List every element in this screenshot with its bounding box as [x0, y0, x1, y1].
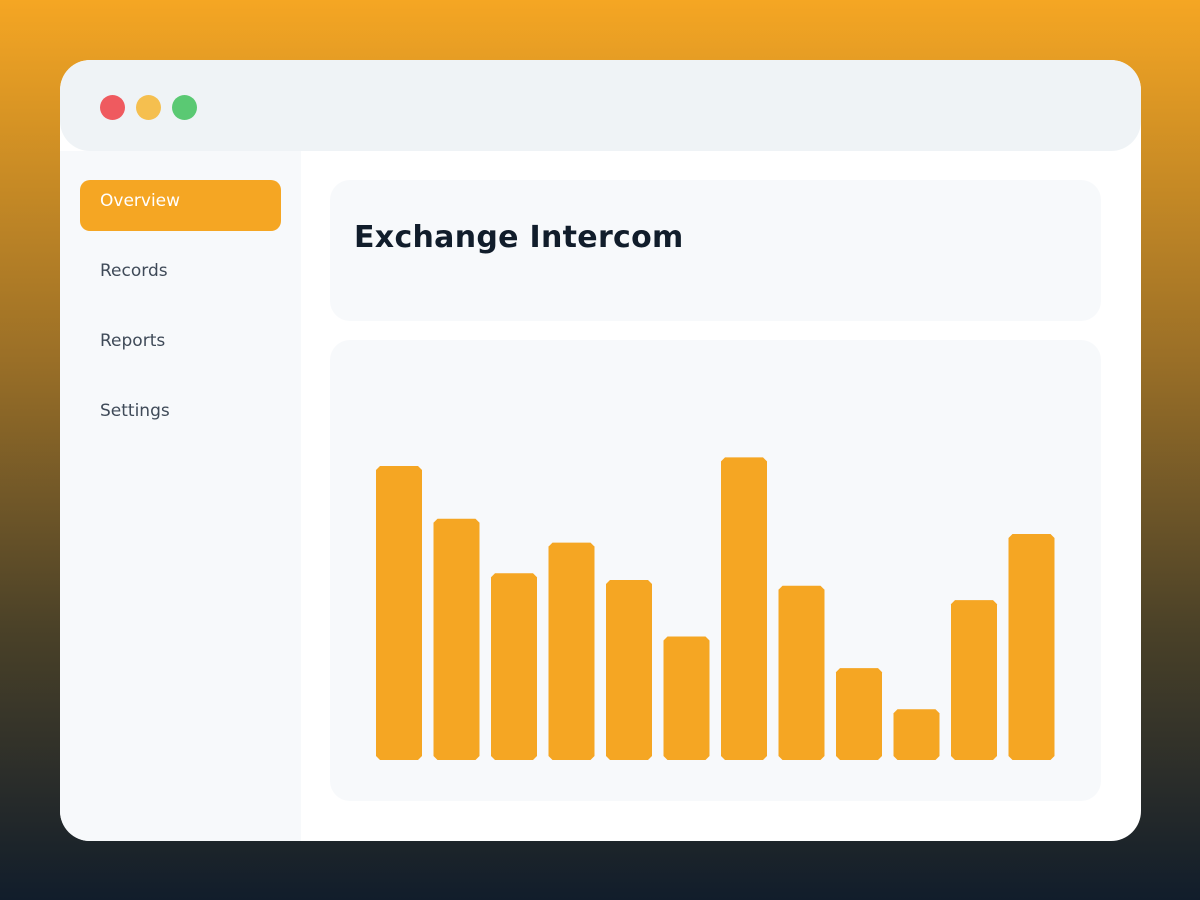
maximize-button[interactable]: [172, 95, 197, 120]
sidebar-item-reports[interactable]: Reports: [80, 320, 281, 371]
chart-bar-9: [836, 668, 882, 760]
sidebar-item-label: Overview: [100, 191, 181, 211]
sidebar-item-label: Records: [100, 261, 168, 281]
sidebar-item-label: Settings: [100, 401, 170, 421]
chart-bar-12: [1008, 534, 1055, 760]
app-window: Overview Records Reports Settings Exchan…: [60, 60, 1141, 841]
chart-bar-3: [491, 573, 537, 760]
chart-bar-11: [951, 600, 997, 760]
sidebar-item-settings[interactable]: Settings: [80, 390, 281, 441]
chart-bar-1: [376, 466, 422, 760]
chart-bar-8: [778, 585, 825, 760]
chart-bar-10: [893, 709, 940, 760]
chart-bar-4: [548, 542, 595, 760]
chart-bar-5: [606, 579, 652, 760]
sidebar-item-records[interactable]: Records: [80, 250, 281, 301]
header-card: Exchange Intercom: [330, 180, 1101, 321]
chart-bar-6: [663, 636, 710, 760]
chart-bar-7: [721, 457, 767, 760]
bar-chart: [376, 457, 1055, 760]
minimize-button[interactable]: [136, 95, 161, 120]
chart-bar-2: [433, 518, 480, 760]
sidebar-item-label: Reports: [100, 331, 166, 351]
chart-card: [330, 340, 1101, 801]
title-bar: [60, 60, 1141, 151]
sidebar-item-overview[interactable]: Overview: [80, 180, 281, 231]
page-title: Exchange Intercom: [354, 220, 684, 255]
close-button[interactable]: [100, 95, 125, 120]
sidebar: Overview Records Reports Settings: [60, 151, 301, 841]
